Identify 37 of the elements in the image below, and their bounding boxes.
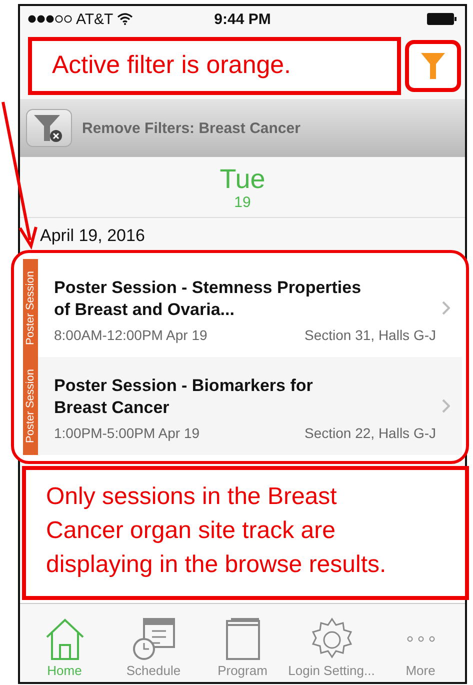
signal-icon: [28, 15, 72, 23]
annotation-callout: Only sessions in the Breast Cancer organ site track are displaying in the browse results.: [22, 466, 469, 600]
book-icon: [224, 617, 260, 661]
tab-bar-item[interactable]: Schedule: [109, 604, 198, 682]
wifi-icon: [117, 13, 134, 25]
house-icon: [44, 617, 86, 661]
session-location: Section 22, Halls G-J: [304, 425, 436, 441]
chevron-icon: [442, 301, 450, 315]
tab-bar-item[interactable]: Home: [20, 604, 109, 682]
annotation-callout: Active filter is orange.: [28, 36, 401, 94]
tab-bar-item[interactable]: More: [376, 604, 465, 682]
carrier-name: AT&T: [76, 10, 114, 28]
remove-filter-button[interactable]: [26, 109, 72, 147]
session-title: Poster Session - Stemness Properties of Breast and Ovaria...: [54, 277, 362, 321]
date-heading: April 19, 2016: [39, 225, 146, 246]
tab-bar-item[interactable]: Program: [198, 604, 287, 682]
session-title: Poster Session - Biomarkers for Breast Cancer: [54, 375, 314, 419]
session-location: Section 31, Halls G-J: [304, 327, 436, 343]
status-time: 9:44 PM: [213, 10, 272, 28]
day-number: 19: [234, 194, 251, 210]
filter-label: Remove Filters: Breast Cancer: [82, 120, 300, 136]
more-icon: [406, 636, 436, 642]
filter-button[interactable]: [405, 40, 461, 92]
session-tag: Poster Session: [23, 259, 38, 357]
chevron-icon: [442, 399, 450, 413]
weekday-label: Tue: [220, 164, 266, 194]
session-tag: Poster Session: [23, 357, 38, 455]
session-row[interactable]: Poster Session Poster Session - Biomarkers for Breast Cancer 1:00PM-5:00PM Apr 19 Section 22, Halls G-J: [23, 357, 462, 455]
settings-icon: [310, 617, 354, 661]
calendar-clock-icon: [132, 617, 176, 661]
tab-bar-item[interactable]: Login Setting...: [287, 604, 376, 682]
battery-icon: [427, 13, 457, 25]
day-header[interactable]: Tue 19: [20, 157, 465, 218]
filter-remove-icon: [34, 113, 64, 143]
session-time: 8:00AM-12:00PM Apr 19: [54, 327, 208, 343]
filter-icon: [421, 52, 445, 78]
session-time: 1:00PM-5:00PM Apr 19: [54, 425, 200, 441]
